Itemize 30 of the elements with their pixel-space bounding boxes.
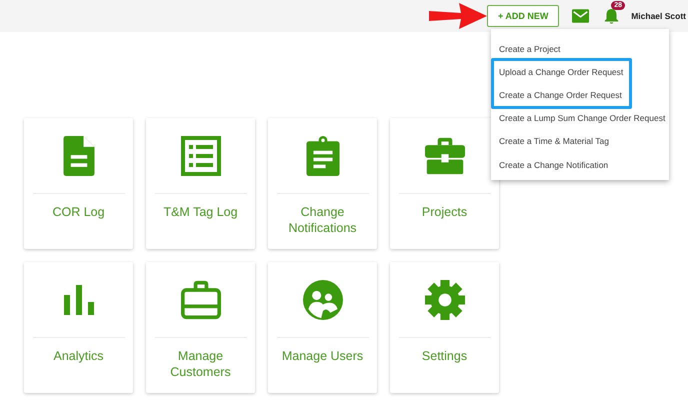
menu-item[interactable]: Create a Change Order Request	[491, 83, 669, 107]
tile-card[interactable]: Settings	[390, 262, 499, 393]
tile-label: Manage Users	[280, 348, 364, 364]
tile-card[interactable]: Change Notifications	[268, 118, 377, 249]
tile-label: Projects	[420, 204, 468, 220]
tile-label: Change Notifications	[287, 204, 358, 236]
bar-chart-icon	[64, 284, 94, 314]
tile-card[interactable]: T&M Tag Log	[146, 118, 255, 249]
tile-label: T&M Tag Log	[162, 204, 239, 220]
settings-icon	[424, 280, 464, 320]
users-icon	[302, 280, 342, 320]
tile-label: Manage Customers	[169, 348, 232, 380]
list-icon	[180, 136, 220, 176]
menu-item[interactable]: Upload a Change Order Request	[491, 60, 669, 84]
bell-icon[interactable]	[604, 8, 620, 25]
user-name[interactable]: Michael Scott	[631, 11, 686, 21]
tile-card[interactable]: Manage Users	[268, 262, 377, 393]
tile-card[interactable]: Manage Customers	[146, 262, 255, 393]
tile-card[interactable]: COR Log	[24, 118, 133, 249]
mail-icon[interactable]	[572, 9, 590, 23]
add-new-button[interactable]: + ADD NEW	[487, 5, 560, 27]
briefcase-icon	[424, 136, 464, 176]
tile-card[interactable]: Analytics	[24, 262, 133, 393]
bag-icon	[180, 280, 220, 320]
tile-card[interactable]: Projects	[390, 118, 499, 249]
tile-label: Settings	[420, 348, 468, 364]
menu-item[interactable]: Create a Project	[491, 37, 669, 60]
tile-label: COR Log	[51, 204, 106, 220]
arrow-icon	[429, 3, 488, 29]
tile-label: Analytics	[52, 348, 105, 364]
